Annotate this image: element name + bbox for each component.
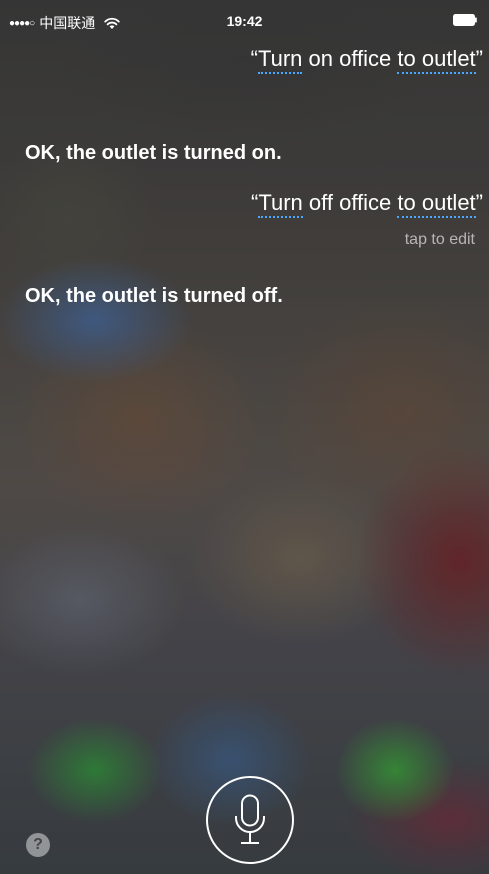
open-quote: “	[250, 46, 258, 71]
uncertain-word[interactable]: to outlet	[397, 190, 476, 218]
microphone-icon	[235, 794, 265, 844]
close-quote: ”	[475, 190, 483, 215]
status-bar: ●●●●○ 中国联通 19:42	[0, 0, 489, 40]
utterance-text: off office	[302, 190, 398, 215]
user-utterance-1[interactable]: “Turn on office to outlet”	[250, 46, 483, 74]
help-button[interactable]: ?	[26, 833, 50, 857]
uncertain-word[interactable]: to outlet	[397, 46, 476, 74]
tap-to-edit-hint[interactable]: tap to edit	[405, 231, 475, 249]
close-quote: ”	[475, 46, 483, 71]
uncertain-word[interactable]: Turn	[257, 46, 303, 74]
microphone-button[interactable]	[206, 776, 294, 864]
battery-icon	[453, 14, 477, 26]
utterance-text: on office	[302, 46, 398, 71]
siri-response-1: OK, the outlet is turned on.	[25, 142, 282, 164]
user-utterance-2[interactable]: “Turn off office to outlet”	[251, 190, 483, 218]
siri-response-2: OK, the outlet is turned off.	[25, 285, 283, 307]
help-icon: ?	[33, 836, 43, 853]
background-dim-overlay	[0, 0, 489, 874]
clock: 19:42	[226, 13, 263, 29]
uncertain-word[interactable]: Turn	[258, 190, 303, 218]
